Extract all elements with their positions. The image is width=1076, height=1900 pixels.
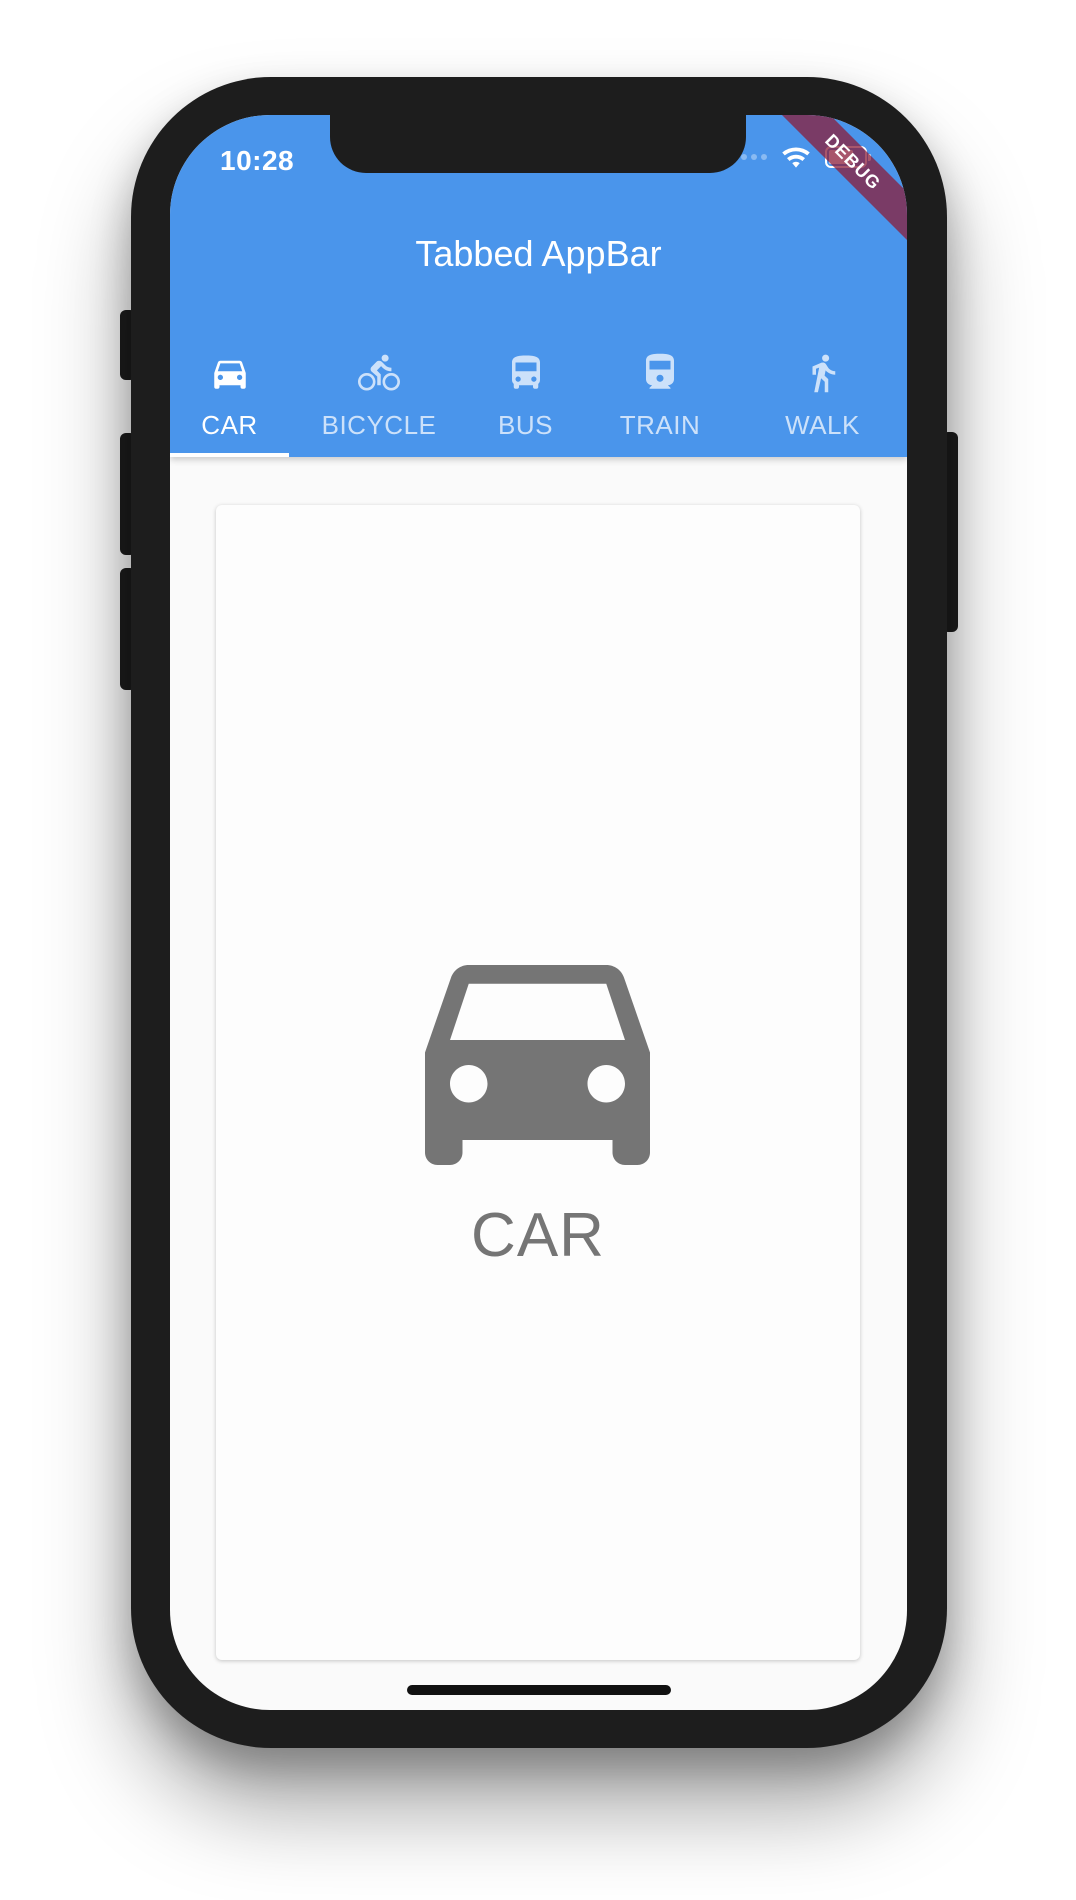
car-icon: [213, 360, 246, 389]
tab-train[interactable]: TRAIN: [582, 330, 738, 457]
tab-walk[interactable]: WALK: [738, 330, 907, 457]
tab-label: TRAIN: [619, 410, 701, 440]
home-indicator[interactable]: [407, 1685, 671, 1695]
tab-bicycle[interactable]: BICYCLE: [289, 330, 469, 457]
train-icon: [646, 353, 674, 389]
tab-indicator: [170, 453, 289, 457]
bus-icon: [511, 355, 540, 389]
tab-label: CAR: [201, 410, 258, 440]
tab-label: BUS: [498, 410, 553, 440]
content-card: CAR: [216, 505, 860, 1660]
tab-car[interactable]: CAR: [170, 330, 289, 457]
tab-label: BICYCLE: [321, 410, 437, 440]
tab-bar: CAR BICYCLE BUS TRAIN WALK: [170, 330, 907, 457]
car-icon: [425, 965, 650, 1165]
bicycle-icon: [358, 354, 400, 391]
page-title: Tabbed AppBar: [415, 233, 662, 274]
tab-bus[interactable]: BUS: [469, 330, 582, 457]
content-label: CAR: [471, 1201, 605, 1270]
wifi-icon: [782, 147, 810, 168]
walk-icon: [812, 354, 835, 393]
notch: [330, 115, 746, 173]
tab-label: WALK: [785, 410, 860, 440]
debug-banner: DEBUG: [770, 115, 907, 245]
status-time: 10:28: [220, 145, 295, 176]
app-bar: 10:28 DEBUG Tabbed AppBar CAR BICYCLE BU…: [170, 115, 907, 457]
phone-screen: 10:28 DEBUG Tabbed AppBar CAR BICYCLE BU…: [170, 115, 907, 1710]
